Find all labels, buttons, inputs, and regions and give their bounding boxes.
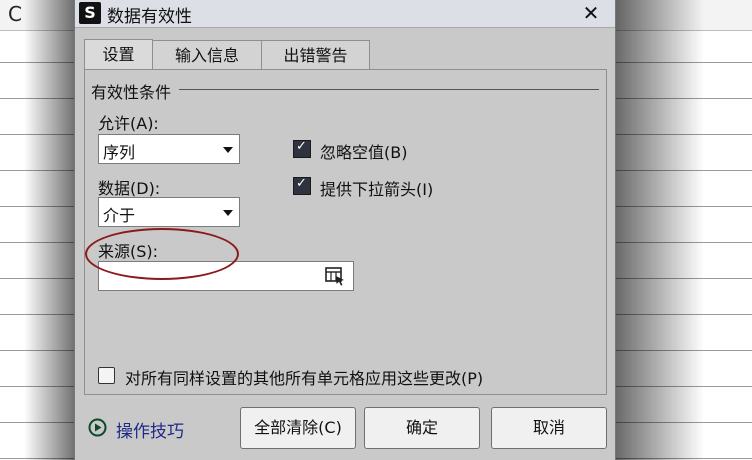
chevron-down-icon bbox=[223, 210, 233, 216]
dropdown-arrow-label[interactable]: 提供下拉箭头(I) bbox=[320, 176, 433, 200]
ignore-blank-label[interactable]: 忽略空值(B) bbox=[320, 139, 407, 163]
validation-criteria-label: 有效性条件 bbox=[91, 79, 176, 103]
allow-select[interactable]: 序列 bbox=[98, 134, 240, 164]
tab-error-alert[interactable]: 出错警告 bbox=[261, 40, 370, 70]
apply-all-label[interactable]: 对所有同样设置的其他所有单元格应用这些更改(P) bbox=[125, 365, 483, 389]
chevron-down-icon bbox=[223, 147, 233, 153]
allow-label: 允许(A): bbox=[98, 114, 159, 133]
annotation-ellipse bbox=[85, 228, 239, 280]
dialog-shadow-left bbox=[24, 0, 74, 460]
group-divider bbox=[179, 89, 599, 90]
cancel-button[interactable]: 取消 bbox=[491, 407, 607, 449]
tab-input-message[interactable]: 输入信息 bbox=[152, 40, 262, 70]
ok-button[interactable]: 确定 bbox=[364, 407, 480, 449]
data-label: 数据(D): bbox=[98, 179, 161, 198]
data-select-value: 介于 bbox=[103, 206, 136, 225]
play-circle-icon[interactable] bbox=[88, 418, 107, 437]
close-icon[interactable]: ✕ bbox=[578, 1, 604, 25]
ignore-blank-checkbox[interactable]: ✓ bbox=[293, 139, 311, 158]
column-letter[interactable]: C bbox=[8, 2, 22, 26]
check-icon: ✓ bbox=[296, 176, 307, 191]
check-icon: ✓ bbox=[296, 139, 307, 154]
data-select[interactable]: 介于 bbox=[98, 197, 240, 227]
data-validation-dialog: S 数据有效性 ✕ 设置 输入信息 出错警告 有效性条件 允许(A): 序列 数… bbox=[74, 0, 616, 460]
dialog-title: 数据有效性 bbox=[107, 7, 192, 27]
allow-select-value: 序列 bbox=[103, 143, 136, 162]
range-select-icon[interactable] bbox=[325, 267, 345, 286]
tips-link[interactable]: 操作技巧 bbox=[116, 417, 184, 442]
tab-settings[interactable]: 设置 bbox=[84, 39, 153, 71]
title-bar[interactable]: S 数据有效性 ✕ bbox=[75, 0, 615, 28]
dialog-shadow-right bbox=[614, 0, 704, 460]
dropdown-arrow-checkbox[interactable]: ✓ bbox=[293, 176, 311, 195]
apply-all-checkbox[interactable] bbox=[98, 367, 115, 384]
app-logo-icon: S bbox=[79, 2, 101, 24]
clear-all-button[interactable]: 全部清除(C) bbox=[240, 407, 356, 449]
